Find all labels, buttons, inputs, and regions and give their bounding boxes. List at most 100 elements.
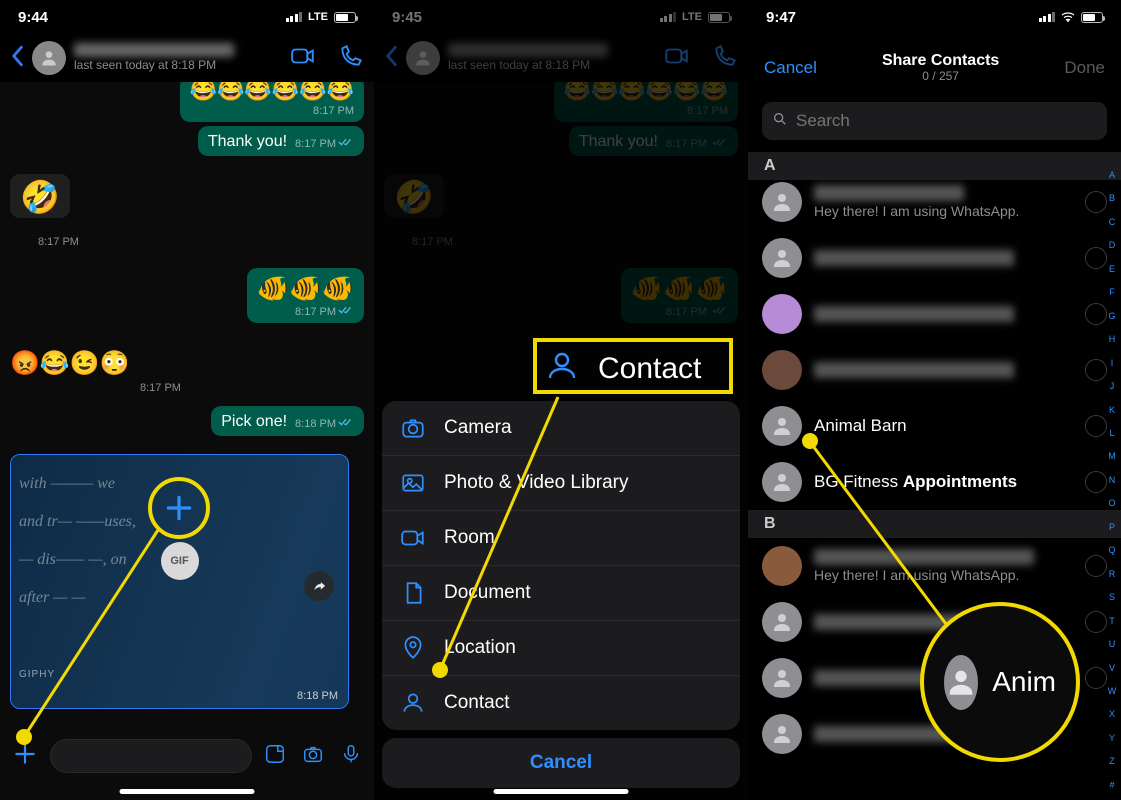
read-ticks-icon [338, 137, 354, 147]
giphy-label: GIPHY [19, 669, 55, 680]
index-letter[interactable]: U [1105, 639, 1119, 649]
index-letter[interactable]: # [1105, 780, 1119, 790]
contact-row[interactable] [748, 230, 1121, 286]
index-letter[interactable]: I [1105, 358, 1119, 368]
index-letter[interactable]: N [1105, 475, 1119, 485]
avatar [762, 658, 802, 698]
sheet-room[interactable]: Room [382, 510, 740, 565]
search-input[interactable] [796, 111, 1097, 131]
contact-row-bg-fitness[interactable]: BG Fitness Appointments [748, 454, 1121, 510]
contact-row[interactable]: Hey there! I am using WhatsApp. [748, 174, 1121, 230]
index-letter[interactable]: Q [1105, 545, 1119, 555]
select-radio[interactable] [1085, 611, 1107, 633]
index-letter[interactable]: H [1105, 334, 1119, 344]
select-radio[interactable] [1085, 359, 1107, 381]
voice-call-button[interactable] [338, 43, 364, 74]
index-letter[interactable]: J [1105, 381, 1119, 391]
chat-header: last seen today at 8:18 PM [0, 34, 374, 82]
index-letter[interactable]: O [1105, 498, 1119, 508]
sheet-photo-library[interactable]: Photo & Video Library [382, 455, 740, 510]
done-button[interactable]: Done [1064, 58, 1105, 78]
avatar [762, 350, 802, 390]
index-letter[interactable]: X [1105, 709, 1119, 719]
back-button[interactable] [10, 45, 24, 72]
cancel-button[interactable]: Cancel [764, 58, 817, 78]
index-letter[interactable]: T [1105, 616, 1119, 626]
index-letter[interactable]: B [1105, 193, 1119, 203]
sheet-location[interactable]: Location [382, 620, 740, 675]
index-letter[interactable]: E [1105, 264, 1119, 274]
select-radio[interactable] [1085, 555, 1107, 577]
sheet-contact[interactable]: Contact [382, 675, 740, 730]
contact-avatar[interactable] [32, 41, 66, 75]
read-ticks-icon [338, 305, 354, 315]
contacts-search[interactable] [762, 102, 1107, 140]
contact-row[interactable]: Hey there! I am using WhatsApp. [748, 538, 1121, 594]
select-radio[interactable] [1085, 247, 1107, 269]
index-letter[interactable]: Y [1105, 733, 1119, 743]
cell-signal-icon [1039, 12, 1056, 22]
home-indicator [120, 789, 255, 794]
select-radio[interactable] [1085, 415, 1107, 437]
video-call-button[interactable] [290, 43, 316, 74]
forward-button[interactable] [304, 571, 334, 601]
attach-plus-button[interactable] [12, 741, 38, 772]
index-letter[interactable]: L [1105, 428, 1119, 438]
contact-name-redacted [814, 362, 1014, 378]
battery-icon [334, 12, 356, 23]
sticker-button[interactable] [264, 743, 286, 770]
status-time: 9:44 [18, 9, 286, 26]
index-letter[interactable]: P [1105, 522, 1119, 532]
avatar [762, 714, 802, 754]
index-letter[interactable]: A [1105, 170, 1119, 180]
index-letter[interactable]: Z [1105, 756, 1119, 766]
contact-name: BG Fitness Appointments [814, 472, 1073, 492]
contact-row[interactable] [748, 286, 1121, 342]
select-radio[interactable] [1085, 667, 1107, 689]
message-outgoing: Thank you! 8:17 PM [198, 126, 364, 156]
message-outgoing: Pick one! 8:18 PM [211, 406, 364, 436]
index-letter[interactable]: S [1105, 592, 1119, 602]
avatar [762, 462, 802, 502]
index-letter[interactable]: K [1105, 405, 1119, 415]
alphabet-index[interactable]: A B C D E F G H I J K L M N O P Q R S T U V W X Y Z # [1105, 170, 1119, 790]
gif-chip: GIF [161, 542, 199, 580]
panel-attach-sheet: 9:45 LTE last seen today at 8:18 PM [374, 0, 748, 800]
select-radio[interactable] [1085, 303, 1107, 325]
emoji-content: 🐠🐠🐠 [257, 275, 354, 301]
gif-message[interactable]: with ——— we and tr— ——uses, — dis—— —, o… [10, 454, 349, 709]
callout-label: Contact [598, 352, 701, 386]
location-icon [400, 635, 426, 661]
panel-chat: 9:44 LTE last seen today at 8:18 PM [0, 0, 374, 800]
avatar [762, 602, 802, 642]
message-text: Pick one! [221, 413, 287, 430]
contact-status: Hey there! I am using WhatsApp. [814, 203, 1073, 219]
sheet-label: Camera [444, 417, 512, 439]
contact-info[interactable]: last seen today at 8:18 PM [74, 43, 282, 72]
mic-button[interactable] [340, 743, 362, 770]
avatar [762, 294, 802, 334]
cell-signal-icon [286, 12, 303, 22]
select-radio[interactable] [1085, 471, 1107, 493]
index-letter[interactable]: V [1105, 663, 1119, 673]
message-text: Thank you! [208, 133, 287, 150]
contact-row[interactable] [748, 342, 1121, 398]
sheet-document[interactable]: Document [382, 565, 740, 620]
wifi-icon [1061, 12, 1075, 22]
message-input[interactable] [50, 739, 252, 773]
camera-button[interactable] [302, 743, 324, 770]
sheet-camera[interactable]: Camera [382, 401, 740, 455]
select-radio[interactable] [1085, 191, 1107, 213]
sheet-cancel-button[interactable]: Cancel [382, 738, 740, 788]
index-letter[interactable]: C [1105, 217, 1119, 227]
index-letter[interactable]: M [1105, 451, 1119, 461]
emoji-content: 😡😂😉😳 [10, 352, 130, 376]
contact-row-animal-barn[interactable]: Animal Barn [748, 398, 1121, 454]
avatar [762, 182, 802, 222]
index-letter[interactable]: D [1105, 240, 1119, 250]
message-time: 8:18 PM [295, 418, 336, 430]
index-letter[interactable]: R [1105, 569, 1119, 579]
index-letter[interactable]: G [1105, 311, 1119, 321]
index-letter[interactable]: F [1105, 287, 1119, 297]
index-letter[interactable]: W [1105, 686, 1119, 696]
